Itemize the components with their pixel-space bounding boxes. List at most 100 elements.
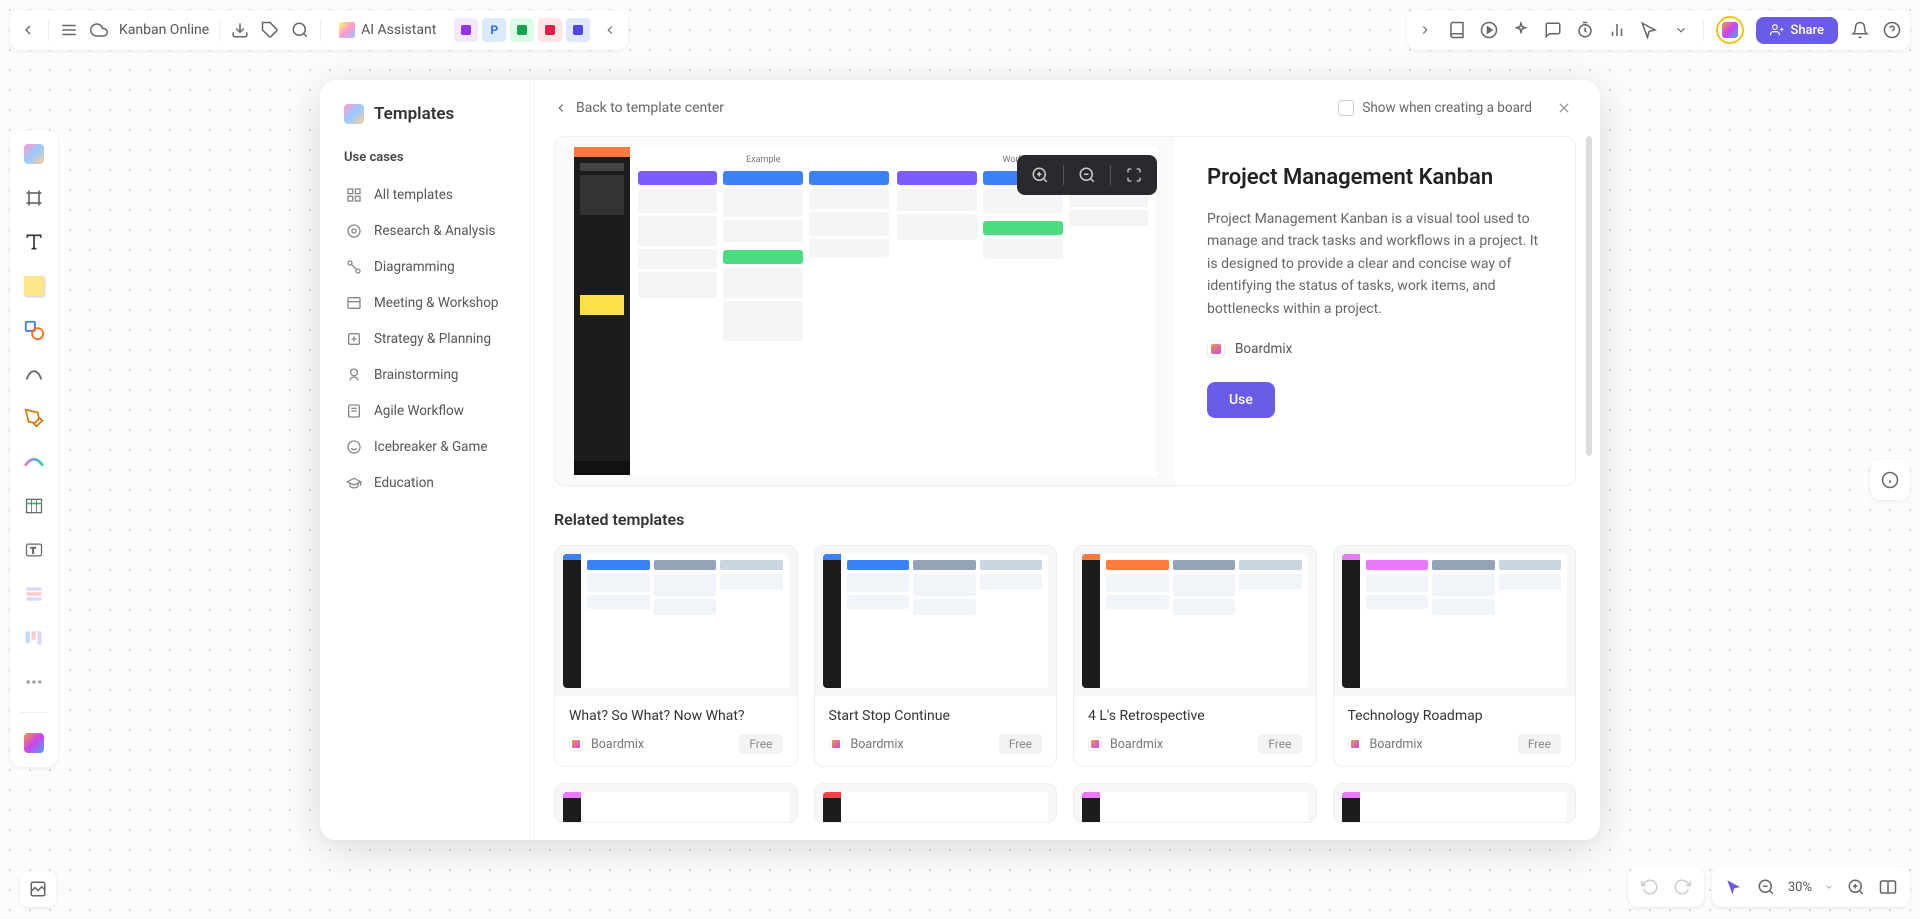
- template-card[interactable]: Technology RoadmapBoardmixFree: [1333, 545, 1577, 767]
- zoom-dropdown-icon[interactable]: [1824, 882, 1834, 892]
- tabs-collapse-icon[interactable]: [600, 20, 620, 40]
- frame-tool-icon[interactable]: [20, 184, 48, 212]
- info-panel-toggle[interactable]: [1870, 460, 1910, 500]
- connector-tool-icon[interactable]: [20, 360, 48, 388]
- pointer-mode-icon[interactable]: [1724, 877, 1744, 897]
- modal-topbar: Back to template center Show when creati…: [530, 80, 1600, 136]
- sidebar-item-icebreaker-game[interactable]: Icebreaker & Game: [344, 431, 529, 463]
- shape-tool-icon[interactable]: [20, 316, 48, 344]
- cursor-icon[interactable]: [1639, 20, 1659, 40]
- tab-chip[interactable]: [510, 18, 534, 42]
- zoom-value[interactable]: 30%: [1788, 880, 1812, 895]
- template-card-author: Boardmix: [1348, 737, 1423, 752]
- sidebar-item-label: Icebreaker & Game: [374, 439, 488, 455]
- template-thumbnail: [1074, 546, 1316, 696]
- text-tool-icon[interactable]: [20, 228, 48, 256]
- textbox-tool-icon[interactable]: T: [20, 536, 48, 564]
- fit-view-icon[interactable]: [1878, 877, 1898, 897]
- template-thumbnail: [1074, 784, 1316, 823]
- undo-icon[interactable]: [1640, 877, 1660, 897]
- sidebar-item-research-analysis[interactable]: Research & Analysis: [344, 215, 529, 247]
- preview-fullscreen-icon[interactable]: [1123, 164, 1145, 186]
- redo-icon[interactable]: [1672, 877, 1692, 897]
- category-icon: [346, 439, 362, 455]
- sticky-tool-icon[interactable]: [20, 272, 48, 300]
- topbar-left: Kanban Online AI Assistant P: [10, 10, 628, 50]
- close-modal-button[interactable]: [1552, 96, 1576, 120]
- sidebar-item-label: Diagramming: [374, 259, 455, 275]
- preview-controls: [1017, 155, 1157, 195]
- play-icon[interactable]: [1479, 20, 1499, 40]
- file-name[interactable]: Kanban Online: [119, 22, 209, 38]
- template-modal: Templates Use cases All templatesResearc…: [320, 80, 1600, 840]
- template-info: Project Management Kanban Project Manage…: [1175, 137, 1575, 485]
- template-card[interactable]: 4 L's RetrospectiveBoardmixFree: [1073, 545, 1317, 767]
- list-tool-icon[interactable]: [20, 580, 48, 608]
- apps-tool-icon[interactable]: [20, 729, 48, 757]
- tab-chip[interactable]: [566, 18, 590, 42]
- sidebar-item-strategy-planning[interactable]: Strategy & Planning: [344, 323, 529, 355]
- sidebar-item-agile-workflow[interactable]: Agile Workflow: [344, 395, 529, 427]
- preview-zoom-in-icon[interactable]: [1029, 164, 1051, 186]
- template-thumbnail: [1334, 546, 1576, 696]
- more-chevron-icon[interactable]: [1671, 20, 1691, 40]
- tab-chip[interactable]: P: [482, 18, 506, 42]
- template-card-badge: Free: [1518, 734, 1561, 754]
- search-icon[interactable]: [290, 20, 310, 40]
- template-card-badge: Free: [739, 734, 782, 754]
- minimap-toggle[interactable]: [20, 871, 56, 907]
- expand-left-icon[interactable]: [1415, 20, 1435, 40]
- timer-icon[interactable]: [1575, 20, 1595, 40]
- tool-rail: T: [10, 130, 58, 767]
- topbar-right: Share: [1407, 10, 1910, 50]
- kanban-tool-icon[interactable]: [20, 624, 48, 652]
- back-icon[interactable]: [18, 20, 38, 40]
- sidebar-item-brainstorming[interactable]: Brainstorming: [344, 359, 529, 391]
- ai-assistant-button[interactable]: AI Assistant: [331, 18, 444, 42]
- template-card-author: Boardmix: [1088, 737, 1163, 752]
- template-preview[interactable]: Example Work here: [555, 137, 1175, 485]
- author-logo-icon: [569, 737, 583, 751]
- comment-icon[interactable]: [1543, 20, 1563, 40]
- chart-icon[interactable]: [1607, 20, 1627, 40]
- template-card[interactable]: What? So What? Now What?BoardmixFree: [554, 545, 798, 767]
- preview-zoom-out-icon[interactable]: [1076, 164, 1098, 186]
- highlighter-tool-icon[interactable]: [20, 448, 48, 476]
- template-card[interactable]: [554, 783, 798, 823]
- sidebar-item-diagramming[interactable]: Diagramming: [344, 251, 529, 283]
- help-icon[interactable]: [1882, 20, 1902, 40]
- table-tool-icon[interactable]: [20, 492, 48, 520]
- template-card[interactable]: [814, 783, 1058, 823]
- template-card[interactable]: [1333, 783, 1577, 823]
- sidebar-item-all-templates[interactable]: All templates: [344, 179, 529, 211]
- template-card[interactable]: [1073, 783, 1317, 823]
- use-template-button[interactable]: Use: [1207, 382, 1275, 418]
- preview-section-example: Example: [638, 155, 889, 165]
- zoom-out-icon[interactable]: [1756, 877, 1776, 897]
- tab-chip[interactable]: [538, 18, 562, 42]
- show-on-create-checkbox[interactable]: Show when creating a board: [1338, 100, 1532, 116]
- menu-icon[interactable]: [59, 20, 79, 40]
- share-button[interactable]: Share: [1756, 17, 1838, 44]
- modal-scrollbar[interactable]: [1586, 136, 1592, 832]
- template-thumbnail: [815, 784, 1057, 823]
- sidebar-item-education[interactable]: Education: [344, 467, 529, 499]
- download-icon[interactable]: [230, 20, 250, 40]
- category-icon: [346, 331, 362, 347]
- sidebar-item-label: Research & Analysis: [374, 223, 496, 239]
- zoom-in-icon[interactable]: [1846, 877, 1866, 897]
- tab-chip[interactable]: [454, 18, 478, 42]
- sparkle-icon[interactable]: [1511, 20, 1531, 40]
- template-author[interactable]: Boardmix: [1207, 340, 1543, 358]
- bell-icon[interactable]: [1850, 20, 1870, 40]
- user-avatar[interactable]: [1716, 16, 1744, 44]
- templates-tool-icon[interactable]: [20, 140, 48, 168]
- pen-tool-icon[interactable]: [20, 404, 48, 432]
- back-to-template-center[interactable]: Back to template center: [554, 100, 724, 116]
- library-icon[interactable]: [1447, 20, 1467, 40]
- sidebar-item-label: Education: [374, 475, 434, 491]
- more-tools-icon[interactable]: [20, 668, 48, 696]
- tag-icon[interactable]: [260, 20, 280, 40]
- template-card[interactable]: Start Stop ContinueBoardmixFree: [814, 545, 1058, 767]
- sidebar-item-meeting-workshop[interactable]: Meeting & Workshop: [344, 287, 529, 319]
